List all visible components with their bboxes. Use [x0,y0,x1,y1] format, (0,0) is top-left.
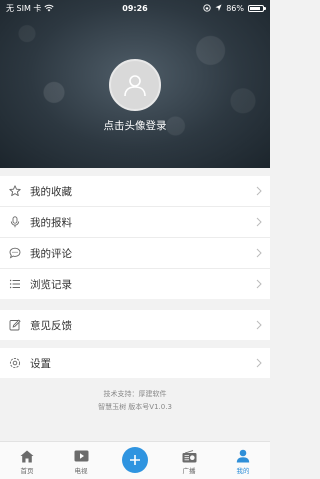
radio-icon [181,449,197,463]
home-icon [19,449,35,463]
add-button[interactable] [122,447,148,473]
chevron-right-icon [256,248,262,258]
chevron-right-icon [256,320,262,330]
tab-add[interactable] [108,442,162,479]
avatar[interactable] [109,59,161,111]
tab-label: 首页 [20,467,34,475]
battery-icon [248,4,266,12]
tab-radio[interactable]: 广播 [162,442,216,479]
user-icon [235,449,251,463]
menu-item-label: 设置 [30,357,51,370]
tab-mine[interactable]: 我的 [216,442,270,479]
location-icon [215,4,222,11]
profile-header: 无 SIM 卡 09:26 86% 点击头像登录 [0,0,270,168]
tab-label: 广播 [182,467,196,475]
menu-item-comments[interactable]: 我的评论 [0,238,270,269]
gear-icon [9,357,21,369]
tab-bar: 首页 电视 广播 我的 [0,441,270,479]
menu-item-label: 我的评论 [30,247,72,260]
plus-icon [130,455,140,465]
menu-item-history[interactable]: 浏览记录 [0,269,270,299]
tech-support-text: 技术支持：厚建软件 [103,390,167,398]
orientation-lock-icon [203,4,211,12]
menu-item-label: 浏览记录 [30,278,72,291]
battery-level [250,6,261,10]
menu-item-label: 我的收藏 [30,185,72,198]
tab-home[interactable]: 首页 [0,442,54,479]
menu-item-label: 意见反馈 [30,319,72,332]
menu-group-main: 我的收藏 我的报料 我的评论 浏览记录 [0,176,270,299]
tab-label: 我的 [236,467,250,475]
menu-item-favorites[interactable]: 我的收藏 [0,176,270,207]
edit-icon [9,319,21,331]
menu-item-feedback[interactable]: 意见反馈 [0,310,270,340]
tab-tv[interactable]: 电视 [54,442,108,479]
menu-item-label: 我的报料 [30,216,72,229]
chevron-right-icon [256,279,262,289]
microphone-icon [9,216,21,228]
menu-item-settings[interactable]: 设置 [0,348,270,378]
menu-group-settings: 设置 [0,348,270,378]
tv-play-icon [73,449,89,463]
chevron-right-icon [256,186,262,196]
menu-item-submissions[interactable]: 我的报料 [0,207,270,238]
chevron-right-icon [256,217,262,227]
tab-label: 电视 [74,467,88,475]
menu-group-feedback: 意见反馈 [0,310,270,340]
list-icon [9,278,21,290]
user-silhouette-icon [124,75,146,97]
comment-icon [9,247,21,259]
chevron-right-icon [256,358,262,368]
login-prompt[interactable]: 点击头像登录 [0,118,270,133]
star-icon [9,185,21,197]
status-bar: 无 SIM 卡 09:26 86% [0,0,270,16]
version-text: 智慧玉树 版本号V1.0.3 [98,403,172,411]
battery-percent: 86% [226,3,244,13]
